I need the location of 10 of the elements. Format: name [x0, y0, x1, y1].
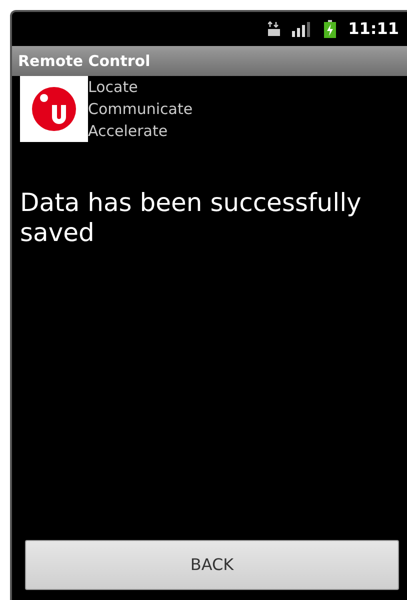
tagline: Locate [88, 77, 139, 98]
logo-icon [30, 85, 78, 133]
battery-icon [324, 20, 336, 38]
title-bar: Remote Control [12, 46, 407, 76]
status-message: Data has been successfully saved [20, 188, 362, 248]
signal-icon [292, 21, 312, 37]
tagline: Communicate [88, 99, 193, 120]
status-time: 11:11 [348, 18, 399, 40]
back-button[interactable]: BACK [25, 540, 399, 590]
tagline: Accelerate [88, 121, 169, 142]
